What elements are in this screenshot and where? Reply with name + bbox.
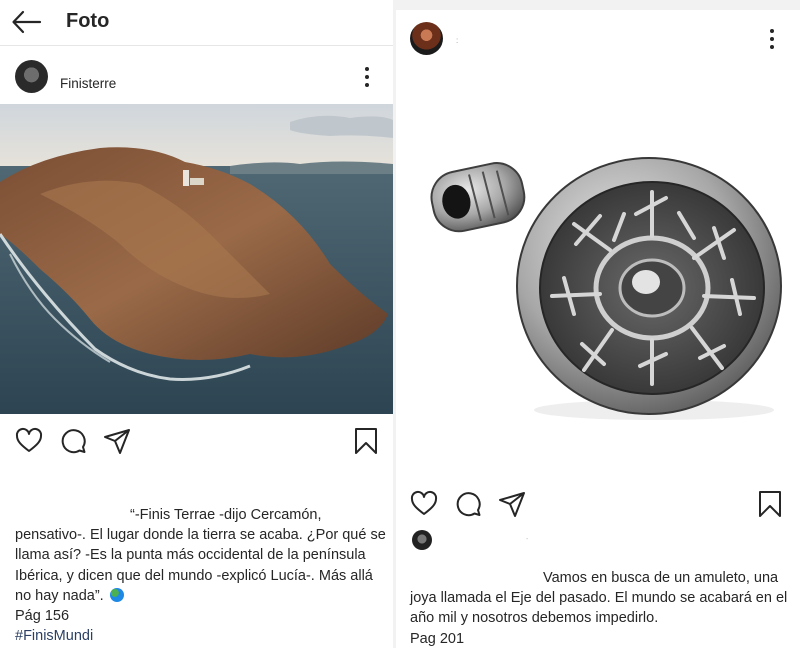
post-caption: “-Finis Terrae -dijo Cercamón, pensativo… <box>15 505 387 646</box>
share-button[interactable] <box>103 427 133 457</box>
heart-icon <box>15 427 43 452</box>
heart-icon <box>410 490 438 515</box>
top-bar: Foto <box>0 0 393 46</box>
share-icon <box>499 492 525 517</box>
avatar[interactable] <box>15 60 48 93</box>
save-button[interactable] <box>756 490 786 520</box>
bookmark-icon <box>759 491 781 517</box>
left-post-panel: Foto Finisterre “-Finis Terrae -dijo Cer… <box>0 0 393 648</box>
bookmark-icon <box>355 428 377 454</box>
arrow-left-icon <box>12 10 42 34</box>
more-options-button[interactable] <box>764 28 780 52</box>
comment-avatar[interactable] <box>412 530 432 550</box>
comment-button[interactable] <box>454 490 484 520</box>
comment-button[interactable] <box>59 427 89 457</box>
avatar[interactable] <box>410 22 443 55</box>
globe-icon <box>109 587 124 602</box>
post-photo-cliff <box>0 104 393 414</box>
save-button[interactable] <box>352 427 382 457</box>
right-post-panel: : - Vamos en busca de un amuleto, una jo… <box>396 0 800 648</box>
more-options-button[interactable] <box>359 66 375 90</box>
caption-page: Pag 201 <box>410 630 465 647</box>
caption-text: Vamos en busca de un amuleto, una joya l… <box>410 570 788 627</box>
post-header: Finisterre <box>0 52 393 100</box>
post-actions <box>15 427 385 457</box>
username[interactable]: Finisterre <box>60 76 116 91</box>
back-button[interactable] <box>10 6 44 38</box>
page-title: Foto <box>66 10 110 32</box>
hashtag-link[interactable]: #FinisMundi <box>15 628 93 644</box>
post-actions <box>410 490 790 520</box>
post-photo-amulet <box>404 118 800 428</box>
like-button[interactable] <box>15 427 45 457</box>
username[interactable]: : <box>456 36 458 45</box>
caption-text: “-Finis Terrae -dijo Cercamón, pensativo… <box>15 507 386 604</box>
comment-icon <box>61 429 86 454</box>
share-button[interactable] <box>498 490 528 520</box>
share-icon <box>104 429 130 454</box>
post-caption: Vamos en busca de un amuleto, una joya l… <box>410 568 790 648</box>
like-button[interactable] <box>410 490 440 520</box>
comment-icon <box>456 492 481 517</box>
comment-marker: - <box>526 536 529 543</box>
caption-page: Pág 156 <box>15 608 70 625</box>
